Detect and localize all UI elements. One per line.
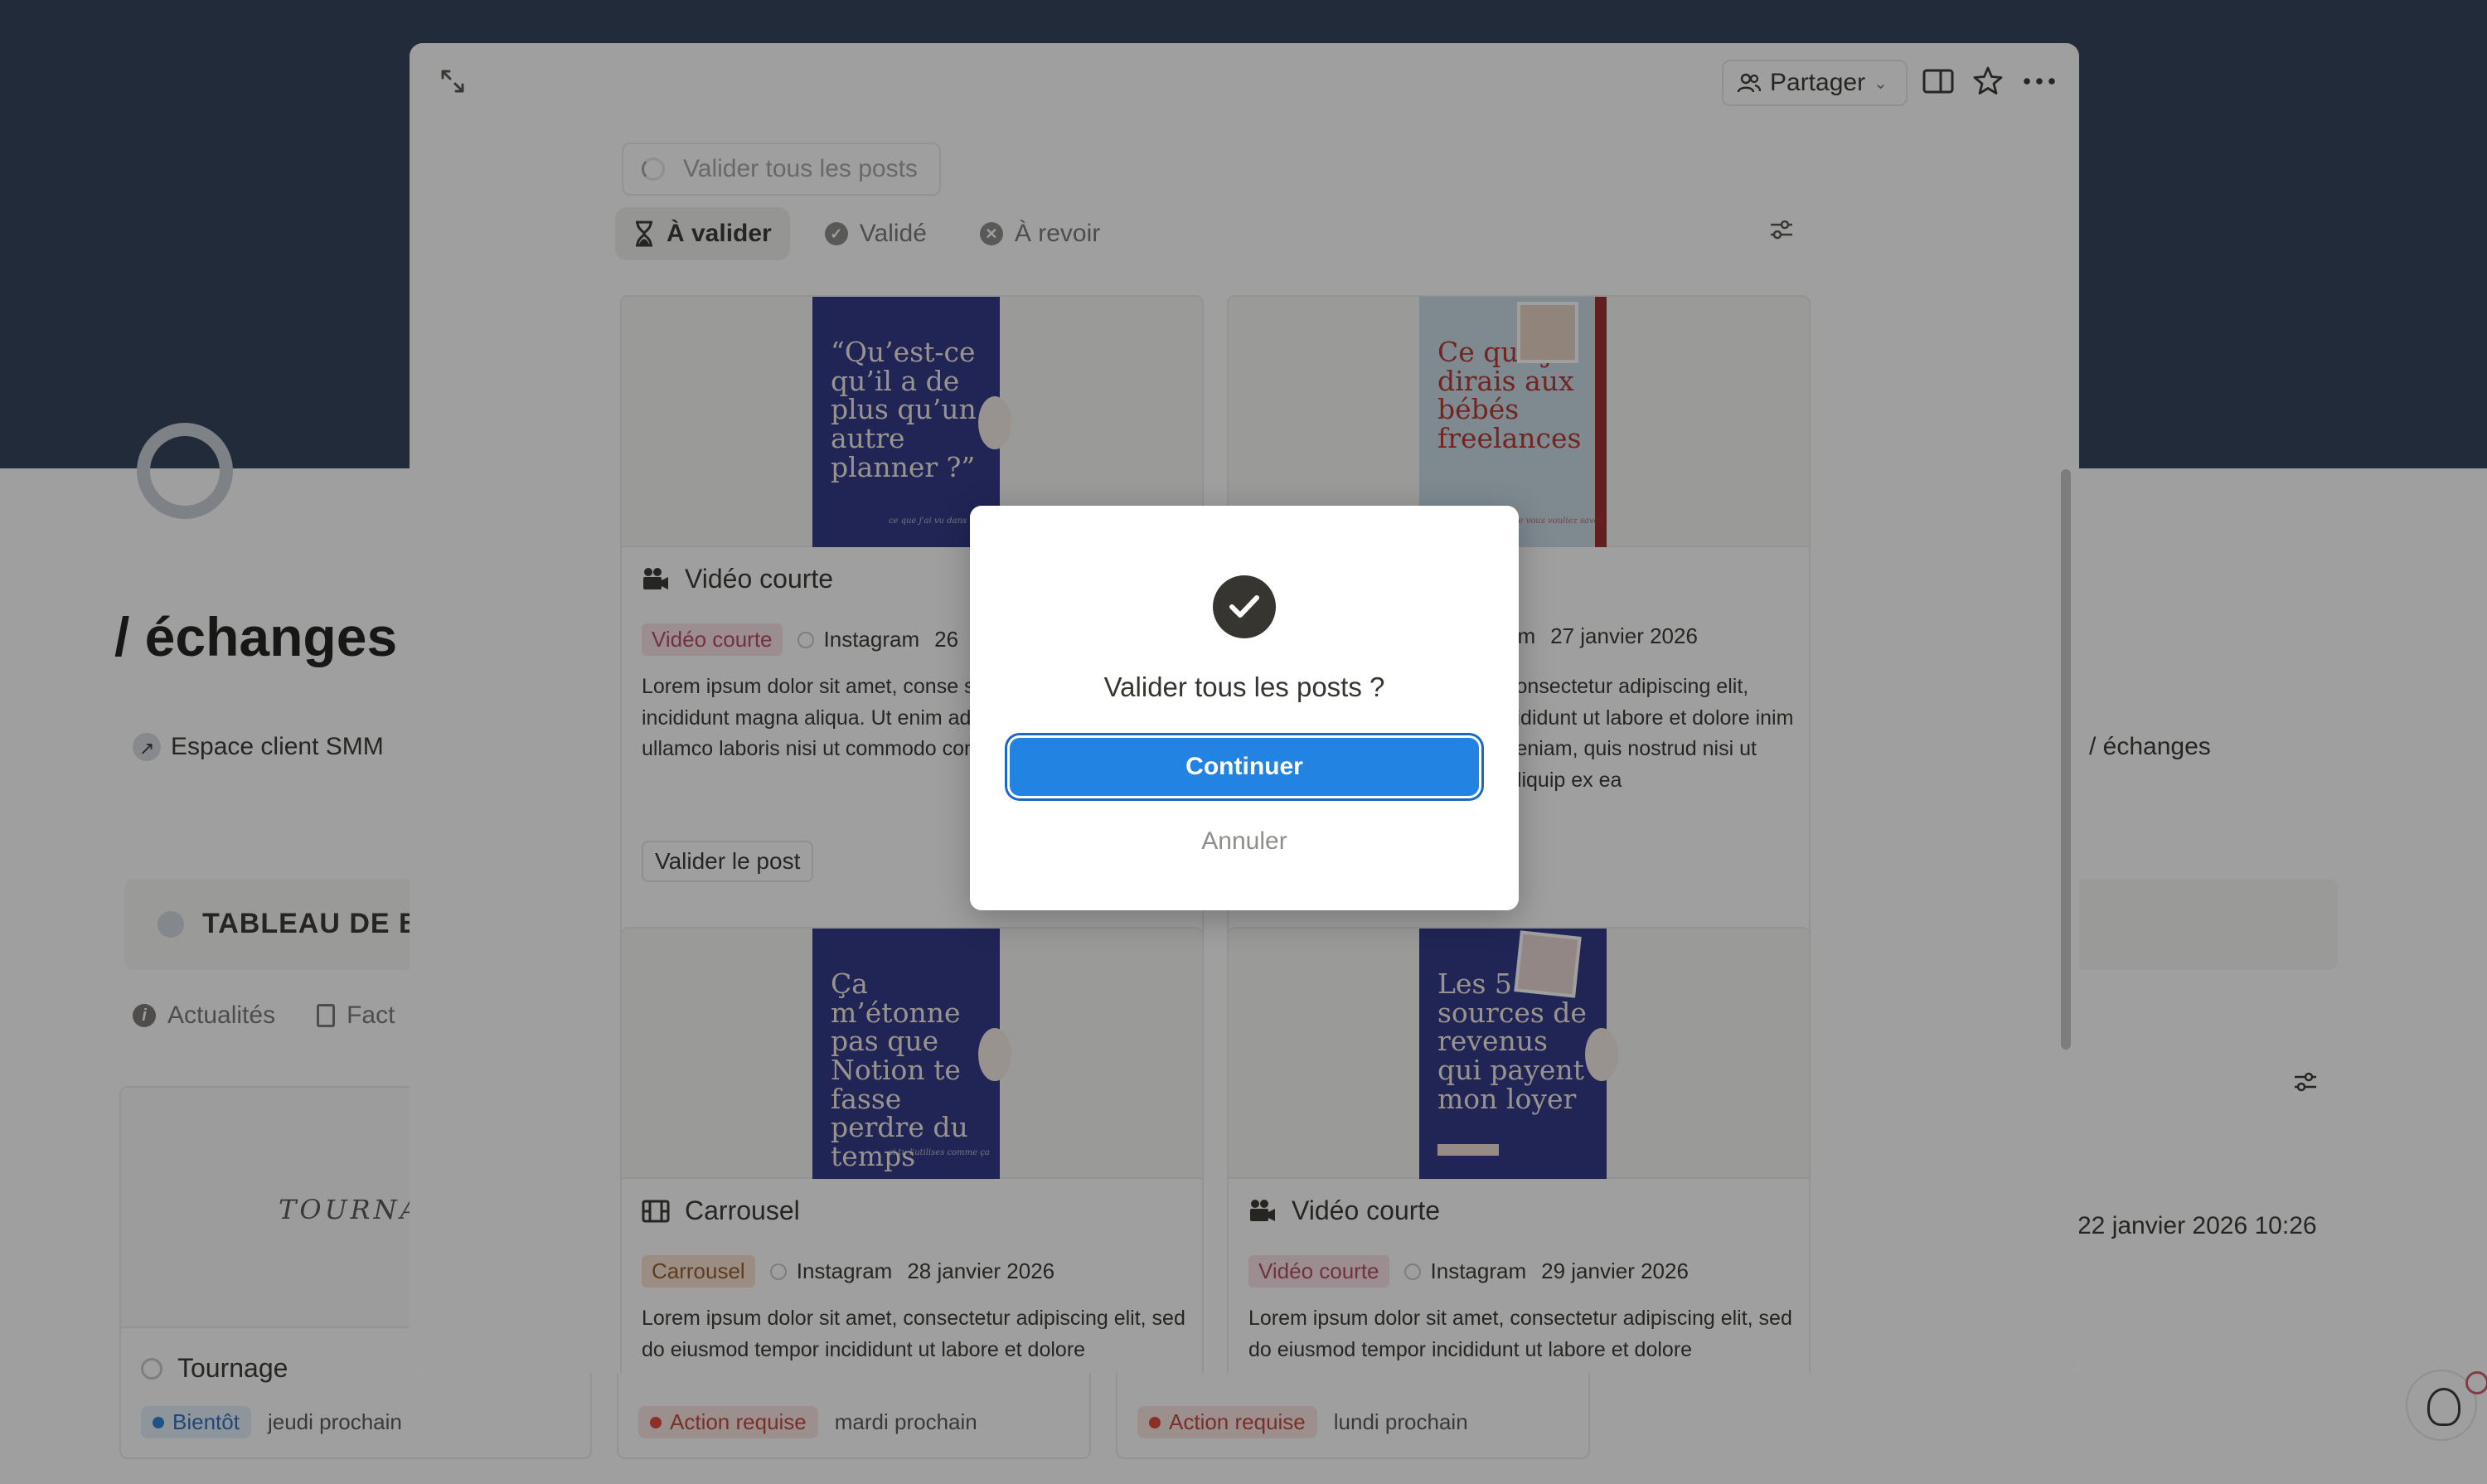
continue-button[interactable]: Continuer [1010,738,1479,796]
confirm-dialog: Valider tous les posts ? Continuer Annul… [970,506,1519,910]
cancel-button[interactable]: Annuler [970,827,1519,856]
checkmark-icon [1229,595,1259,618]
dialog-title: Valider tous les posts ? [1103,672,1385,702]
check-circle-icon [1213,575,1276,638]
